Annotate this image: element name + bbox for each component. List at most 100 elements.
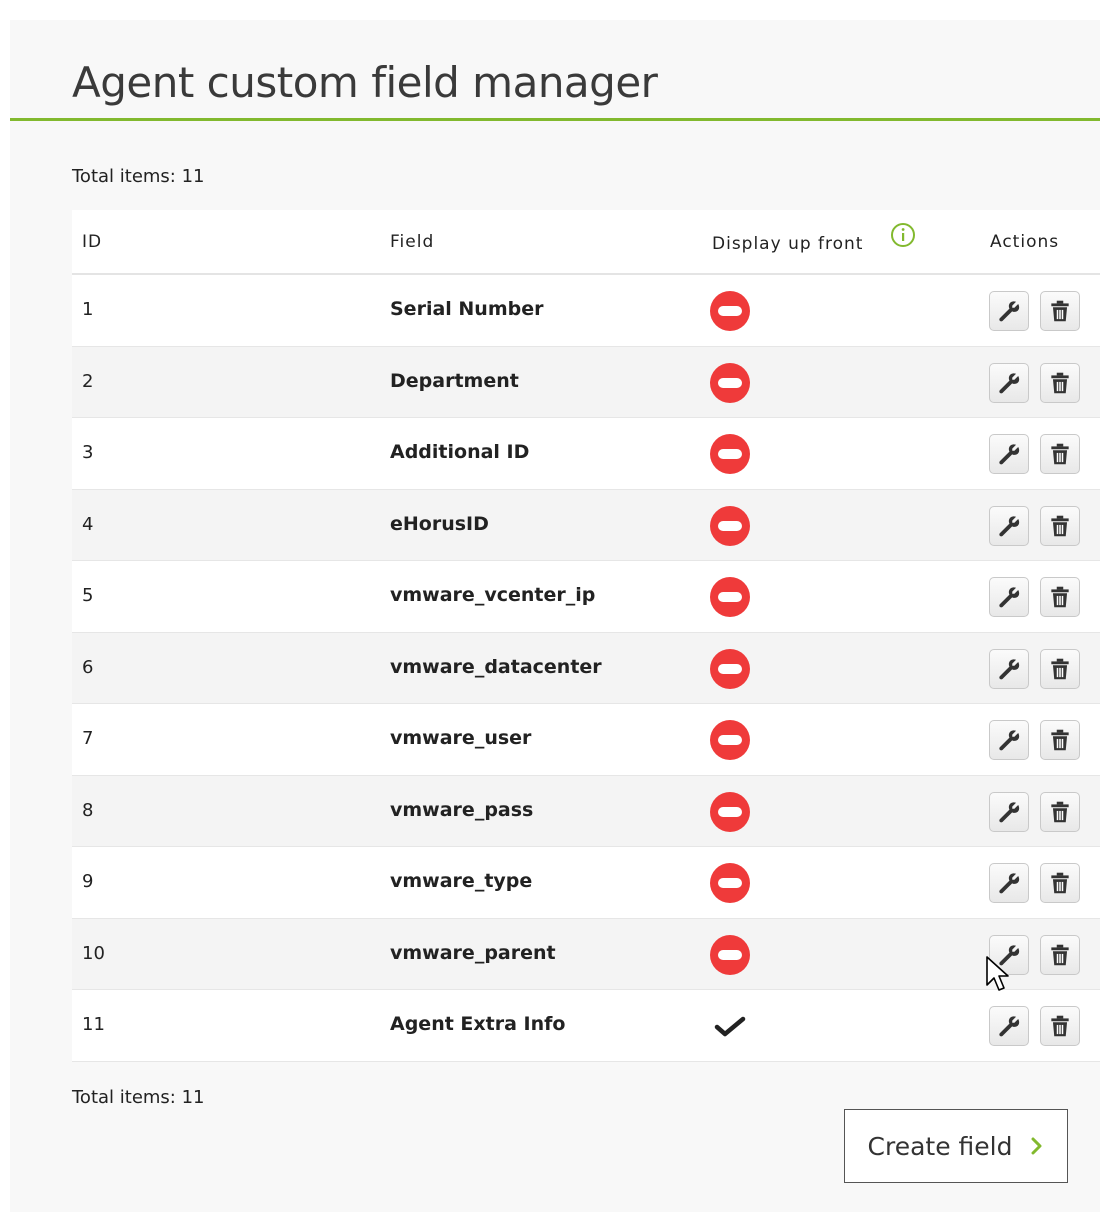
edit-field-button[interactable] (989, 1006, 1029, 1046)
row-field-name: vmware_user (390, 727, 532, 749)
row-field-name: Department (390, 369, 519, 392)
column-header-id: ID (82, 232, 103, 252)
table-row: 2 Department (72, 346, 1100, 418)
trash-icon (1047, 942, 1073, 968)
edit-field-button[interactable] (989, 577, 1029, 617)
trash-icon (1047, 1013, 1073, 1039)
mouse-cursor-icon (986, 956, 1009, 991)
page-title: Agent custom field manager (72, 58, 658, 107)
column-header-actions: Actions (990, 232, 1060, 252)
wrench-icon (996, 870, 1022, 896)
no-entry-icon (710, 648, 752, 691)
table-row: 9 vmware_type (72, 847, 1100, 919)
no-entry-icon (710, 291, 752, 333)
row-field-name: eHorusID (390, 512, 489, 535)
trash-icon (1047, 441, 1073, 467)
row-id: 3 (82, 442, 94, 463)
edit-field-button[interactable] (989, 648, 1029, 689)
table-row: 10 vmware_parent (72, 918, 1100, 990)
edit-field-button[interactable] (989, 720, 1029, 760)
wrench-icon (996, 298, 1022, 324)
row-id: 2 (82, 370, 94, 392)
row-field-name: vmware_type (390, 870, 533, 892)
delete-field-button[interactable] (1040, 720, 1080, 760)
title-divider (10, 118, 1100, 121)
delete-field-button[interactable] (1040, 362, 1080, 403)
total-items-bottom: Total items: 11 (72, 1087, 205, 1108)
checkmark-icon (710, 1006, 752, 1048)
row-id: 6 (82, 656, 94, 678)
row-id: 9 (82, 871, 94, 892)
edit-field-button[interactable] (989, 791, 1029, 832)
row-field-name: vmware_datacenter (390, 655, 602, 678)
info-icon[interactable] (890, 222, 916, 248)
wrench-icon (996, 370, 1022, 396)
trash-icon (1047, 870, 1073, 896)
table-row: 4 eHorusID (72, 489, 1100, 561)
wrench-icon (996, 727, 1022, 753)
table-row: 6 vmware_datacenter (72, 632, 1100, 704)
row-id: 8 (82, 799, 94, 821)
table-row: 8 vmware_pass (72, 775, 1100, 847)
row-field-name: Serial Number (390, 298, 544, 320)
row-id: 11 (82, 1014, 105, 1035)
delete-field-button[interactable] (1040, 577, 1080, 617)
no-entry-icon (710, 577, 752, 619)
row-id: 7 (82, 728, 94, 749)
trash-icon (1047, 584, 1073, 610)
create-field-button[interactable]: Create field (844, 1109, 1068, 1183)
trash-icon (1047, 656, 1073, 682)
edit-field-button[interactable] (989, 362, 1029, 403)
table-row: 1 Serial Number (72, 275, 1100, 347)
table-row: 11 Agent Extra Info (72, 990, 1100, 1062)
wrench-icon (996, 441, 1022, 467)
table-row: 5 vmware_vcenter_ip (72, 561, 1100, 633)
no-entry-icon (710, 791, 752, 834)
edit-field-button[interactable] (989, 434, 1029, 474)
table-header: ID Field Display up front Actions (72, 210, 1100, 275)
delete-field-button[interactable] (1040, 1006, 1080, 1046)
row-id: 10 (82, 942, 105, 964)
wrench-icon (996, 513, 1022, 539)
no-entry-icon (710, 505, 752, 548)
delete-field-button[interactable] (1040, 648, 1080, 689)
row-field-name: Agent Extra Info (390, 1013, 566, 1035)
delete-field-button[interactable] (1040, 791, 1080, 832)
wrench-icon (996, 799, 1022, 825)
edit-field-button[interactable] (989, 291, 1029, 331)
edit-field-button[interactable] (989, 863, 1029, 903)
delete-field-button[interactable] (1040, 934, 1080, 975)
column-header-display-up-front: Display up front (712, 234, 864, 254)
delete-field-button[interactable] (1040, 291, 1080, 331)
row-field-name: vmware_pass (390, 798, 534, 821)
trash-icon (1047, 370, 1073, 396)
row-field-name: Additional ID (390, 441, 530, 463)
table-row: 3 Additional ID (72, 418, 1100, 490)
edit-field-button[interactable] (989, 505, 1029, 546)
table-body: 1 Serial Number 2 Department 3 Additional ID 4… (72, 275, 1100, 1062)
page-container: Agent custom field manager Total items: … (10, 20, 1100, 1212)
no-entry-icon (710, 362, 752, 405)
no-entry-icon (710, 863, 752, 905)
wrench-icon (996, 584, 1022, 610)
create-field-label: Create field (867, 1131, 1013, 1161)
trash-icon (1047, 513, 1073, 539)
trash-icon (1047, 298, 1073, 324)
delete-field-button[interactable] (1040, 505, 1080, 546)
trash-icon (1047, 727, 1073, 753)
delete-field-button[interactable] (1040, 434, 1080, 474)
row-id: 1 (82, 299, 94, 320)
wrench-icon (996, 1013, 1022, 1039)
no-entry-icon (710, 434, 752, 476)
wrench-icon (996, 656, 1022, 682)
column-header-field: Field (390, 232, 435, 252)
no-entry-icon (710, 720, 752, 762)
row-id: 4 (82, 513, 94, 535)
total-items-top: Total items: 11 (72, 166, 205, 187)
chevron-right-icon (1031, 1137, 1042, 1155)
delete-field-button[interactable] (1040, 863, 1080, 903)
trash-icon (1047, 799, 1073, 825)
row-field-name: vmware_vcenter_ip (390, 584, 596, 606)
table-row: 7 vmware_user (72, 704, 1100, 776)
row-id: 5 (82, 585, 94, 606)
